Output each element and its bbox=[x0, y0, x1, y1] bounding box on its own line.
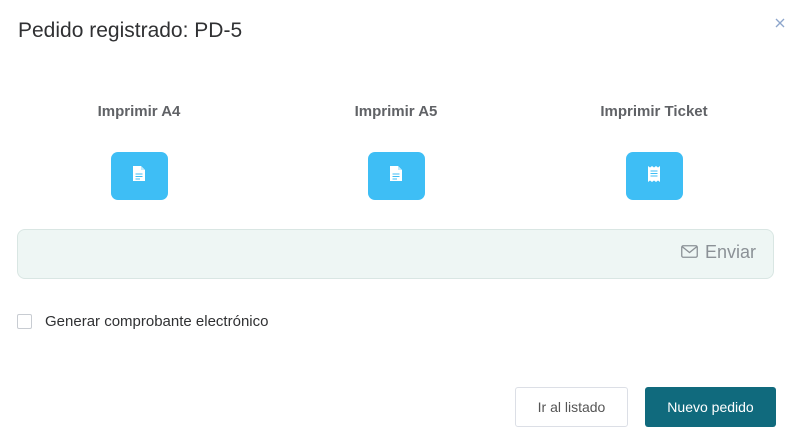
close-icon[interactable] bbox=[772, 15, 788, 31]
dialog-title: Pedido registrado: PD-5 bbox=[18, 19, 243, 42]
print-ticket-label: Imprimir Ticket bbox=[600, 103, 708, 120]
send-label: Enviar bbox=[704, 242, 756, 262]
send-button[interactable]: Enviar bbox=[681, 242, 756, 263]
electronic-receipt-label[interactable]: Generar comprobante electrónico bbox=[45, 313, 268, 330]
print-a4-option: Imprimir A4 bbox=[29, 101, 249, 200]
receipt-icon bbox=[647, 165, 661, 188]
send-bar: Enviar bbox=[17, 229, 774, 279]
print-a4-button[interactable] bbox=[110, 152, 168, 200]
new-order-button[interactable]: Nuevo pedido bbox=[645, 387, 776, 427]
print-ticket-button[interactable] bbox=[625, 152, 683, 200]
print-a5-label: Imprimir A5 bbox=[354, 103, 438, 120]
electronic-receipt-checkbox[interactable] bbox=[17, 314, 32, 329]
print-a4-label: Imprimir A4 bbox=[97, 103, 181, 120]
go-to-list-button[interactable]: Ir al listado bbox=[515, 387, 628, 427]
print-a5-option: Imprimir A5 bbox=[286, 101, 506, 200]
electronic-receipt-option: Generar comprobante electrónico bbox=[17, 313, 268, 330]
print-a5-button[interactable] bbox=[367, 152, 425, 200]
envelope-icon bbox=[681, 242, 698, 263]
document-icon bbox=[389, 165, 403, 187]
document-icon bbox=[132, 165, 146, 187]
print-ticket-option: Imprimir Ticket bbox=[544, 101, 764, 200]
